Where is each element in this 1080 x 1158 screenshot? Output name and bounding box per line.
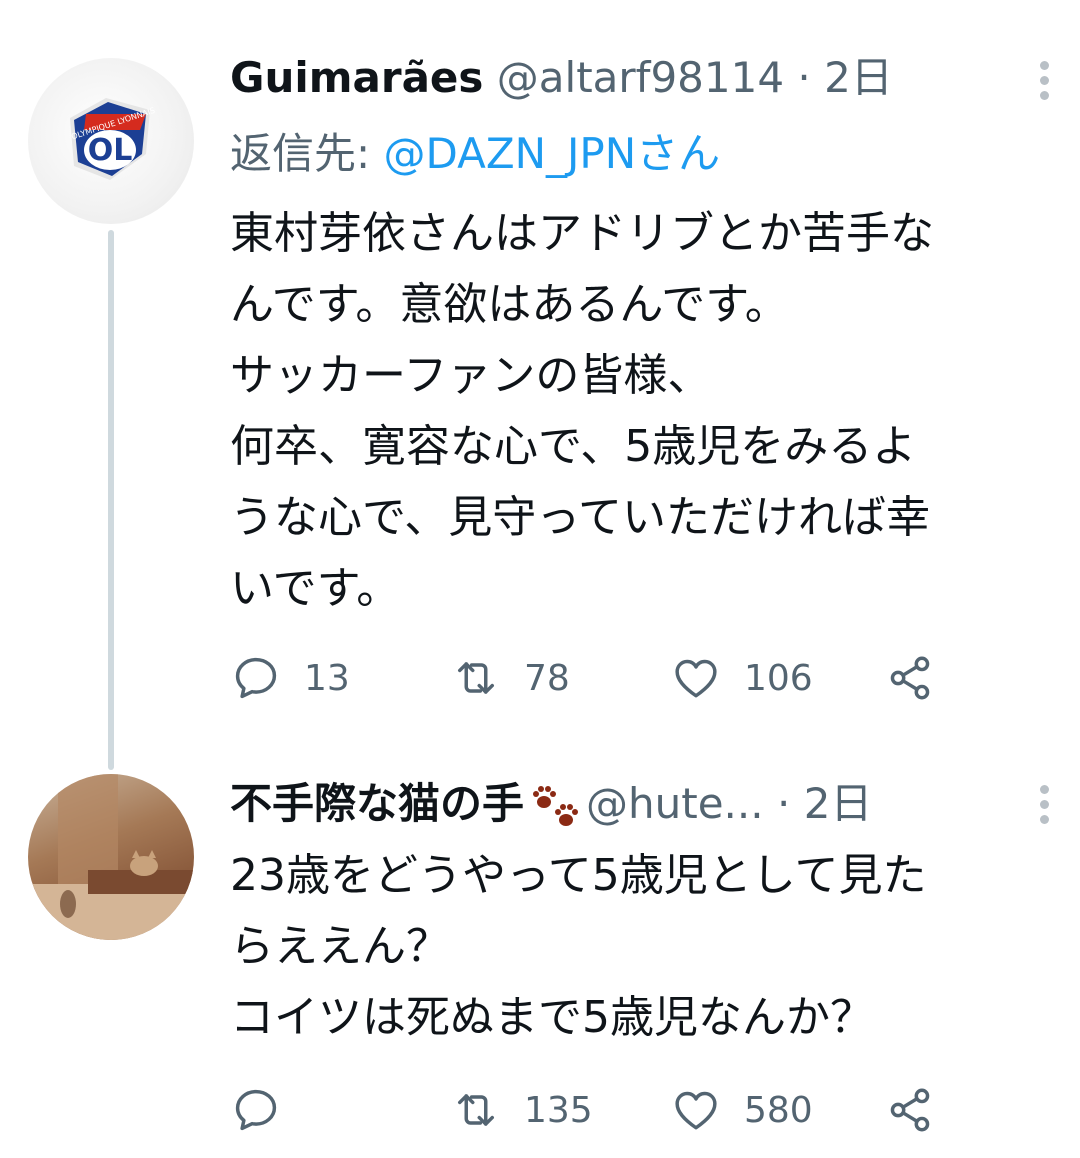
heart-icon — [675, 1091, 717, 1130]
reply-button[interactable] — [230, 1080, 304, 1140]
retweet-button[interactable]: 135 — [450, 1080, 593, 1140]
like-count: 106 — [744, 657, 813, 699]
more-icon[interactable] — [1038, 58, 1050, 102]
share-button[interactable] — [884, 1080, 936, 1140]
display-name[interactable]: Guimarães — [230, 53, 483, 102]
timestamp[interactable]: 2日 — [804, 779, 873, 828]
retweet-icon — [458, 1094, 494, 1126]
action-bar: 135 580 — [230, 1080, 950, 1140]
avatar[interactable] — [28, 774, 194, 940]
share-icon — [890, 1088, 930, 1132]
retweet-count: 78 — [524, 657, 570, 699]
replying-to: 返信先: @DAZN_JPNさん — [230, 128, 720, 180]
reply-button[interactable]: 13 — [230, 648, 350, 708]
like-button[interactable]: 106 — [670, 648, 813, 708]
retweet-button[interactable]: 78 — [450, 648, 570, 708]
reply-icon — [235, 657, 277, 699]
more-icon[interactable] — [1038, 782, 1050, 826]
replying-prefix: 返信先: — [230, 129, 384, 178]
tweet-header: 不手際な猫の手 @hute... · 2日 — [230, 778, 872, 832]
reply-count: 13 — [304, 657, 350, 699]
lyon-logo-text: OL — [88, 133, 133, 168]
retweet-count: 135 — [524, 1089, 593, 1131]
user-handle[interactable]: @hute... — [586, 779, 764, 828]
tweet-header: Guimarães @altarf98114 · 2日 — [230, 52, 893, 104]
tweet[interactable]: 不手際な猫の手 @hute... · 2日 23歳をどうやって5歳児として見た … — [0, 760, 1080, 1158]
share-button[interactable] — [884, 648, 936, 708]
cat-photo-icon — [28, 774, 194, 940]
tweet-text: 23歳をどうやって5歳児として見た らええん？ コイツは死ぬまで5歳児なんか？ — [230, 850, 927, 1043]
avatar[interactable]: OLYMPIQUE LYONNAIS OL — [28, 58, 194, 224]
lyon-logo-icon: OLYMPIQUE LYONNAIS OL — [70, 98, 156, 180]
timestamp[interactable]: 2日 — [824, 53, 893, 102]
display-name[interactable]: 不手際な猫の手 — [230, 779, 524, 828]
separator-dot: · — [797, 53, 811, 102]
like-button[interactable]: 580 — [670, 1080, 813, 1140]
separator-dot: · — [776, 779, 791, 828]
thread-line — [108, 230, 114, 770]
retweet-icon — [458, 662, 494, 694]
share-icon — [890, 656, 930, 700]
paw-prints-icon — [533, 785, 579, 826]
mention-link[interactable]: @DAZN_JPNさん — [384, 129, 721, 178]
reply-icon — [235, 1089, 277, 1131]
tweet-text: 東村芽依さんはアドリブとか苦手な んです。意欲はあるんです。 サッカーファンの皆… — [230, 208, 934, 614]
user-handle[interactable]: @altarf98114 — [497, 53, 784, 102]
heart-icon — [675, 659, 717, 698]
like-count: 580 — [744, 1089, 813, 1131]
tweet[interactable]: OLYMPIQUE LYONNAIS OL Guimarães @altarf9… — [0, 0, 1080, 770]
action-bar: 13 78 106 — [230, 648, 950, 708]
